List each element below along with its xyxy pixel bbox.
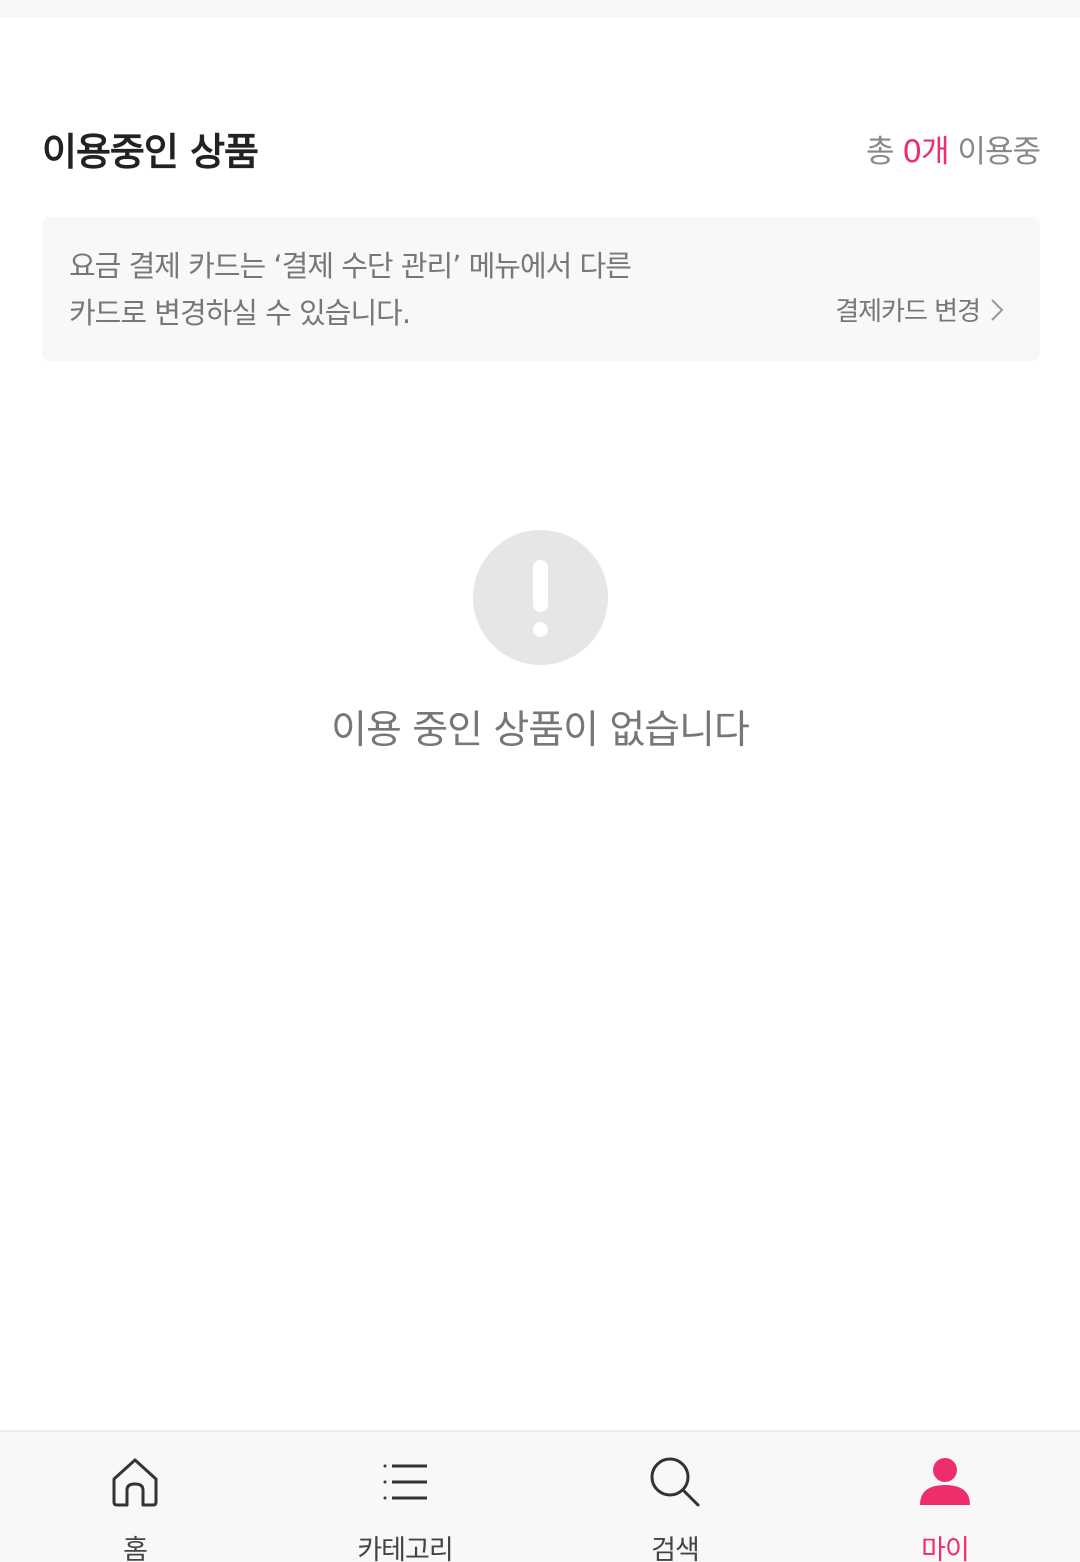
change-card-button[interactable]: 결제카드 변경 <box>835 291 1004 328</box>
change-card-label: 결제카드 변경 <box>835 297 981 327</box>
nav-label-category: 카테고리 <box>357 1535 453 1562</box>
nav-label-my: 마이 <box>921 1535 970 1562</box>
exclamation-dot <box>532 622 548 637</box>
nav-item-home[interactable]: 홈 <box>0 1432 270 1562</box>
nav-item-search[interactable]: 검색 <box>540 1432 810 1562</box>
empty-state: 이용 중인 상품이 없습니다 <box>0 530 1080 755</box>
chevron-right-icon <box>991 298 1004 321</box>
search-icon <box>650 1457 700 1507</box>
payment-info-box: 요금 결제 카드는 ‘결제 수단 관리’ 메뉴에서 다른 카드로 변경하실 수 … <box>42 217 1040 361</box>
nav-label-search: 검색 <box>651 1535 700 1562</box>
exclamation-bar <box>532 560 548 612</box>
empty-state-message: 이용 중인 상품이 없습니다 <box>331 708 750 753</box>
home-icon <box>112 1458 158 1507</box>
status-strip <box>0 0 1080 18</box>
payment-info-line-1: 요금 결제 카드는 ‘결제 수단 관리’ 메뉴에서 다른 <box>69 249 632 283</box>
bottom-nav: 홈 카테고리 검색 마이 <box>0 1430 1080 1562</box>
payment-info-text: 요금 결제 카드는 ‘결제 수단 관리’ 메뉴에서 다른 카드로 변경하실 수 … <box>69 243 769 337</box>
section-header: 이용중인 상품 총 0개 이용중 <box>42 118 1041 178</box>
payment-info-line-2: 카드로 변경하실 수 있습니다. <box>69 296 411 330</box>
exclamation-circle-icon <box>472 530 608 665</box>
person-icon <box>920 1458 970 1505</box>
nav-label-home: 홈 <box>123 1535 148 1562</box>
page: 이용중인 상품 총 0개 이용중 요금 결제 카드는 ‘결제 수단 관리’ 메뉴… <box>0 0 1080 1562</box>
active-count-label: 총 0개 이용중 <box>865 126 1041 171</box>
count-suffix: 이용중 <box>948 133 1041 170</box>
count-value: 0개 <box>902 133 949 170</box>
page-title: 이용중인 상품 <box>42 129 259 174</box>
menu-list-icon <box>383 1464 427 1500</box>
nav-item-my[interactable]: 마이 <box>810 1432 1080 1562</box>
nav-item-category[interactable]: 카테고리 <box>270 1432 540 1562</box>
count-prefix: 총 <box>865 133 903 170</box>
